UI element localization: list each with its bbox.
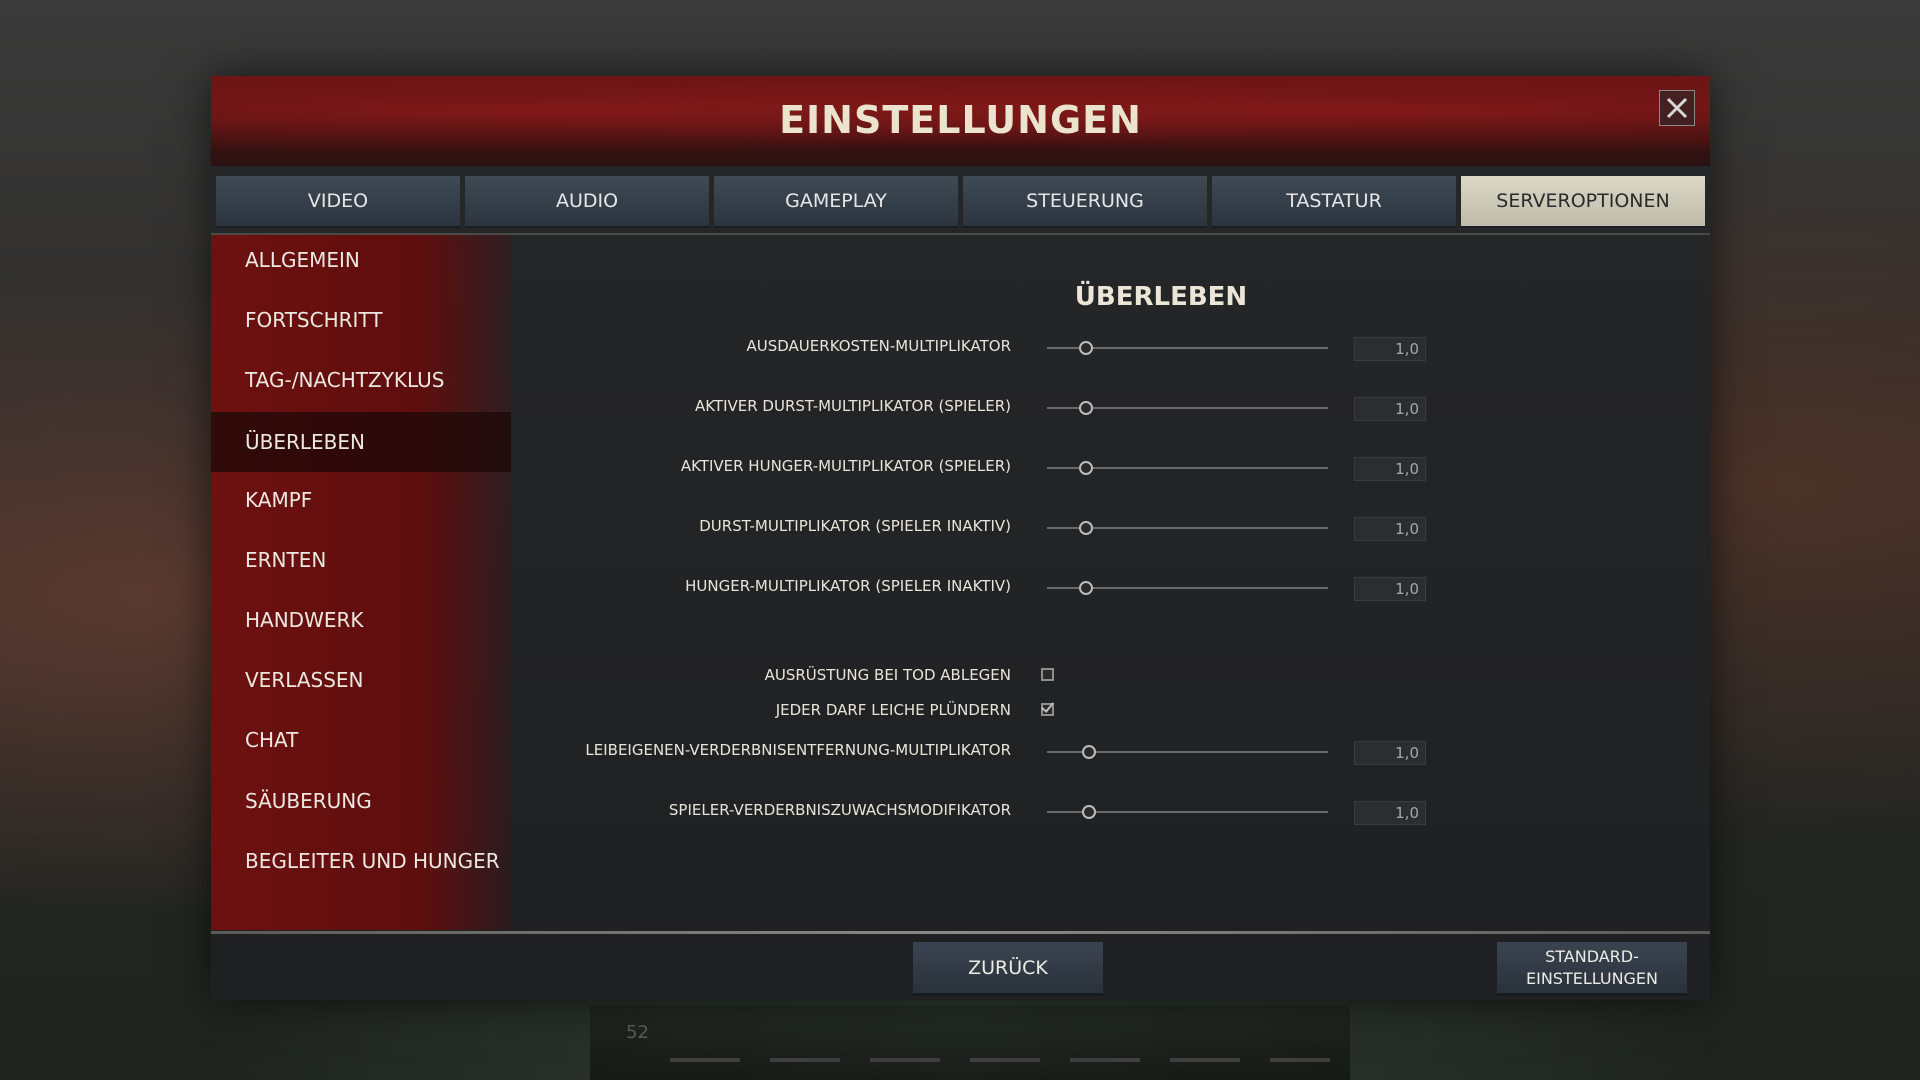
tab-steuerung[interactable]: STEUERUNG (963, 176, 1207, 228)
slider-knob[interactable] (1079, 521, 1094, 535)
checkbox-drop-gear-on-death[interactable] (1041, 668, 1054, 681)
hud-bar-background (590, 1005, 1350, 1080)
tab-gameplay[interactable]: GAMEPLAY (714, 176, 958, 228)
sidebar-item-handwerk[interactable]: HANDWERK (211, 595, 511, 645)
restore-defaults-button[interactable]: STANDARD- EINSTELLUNGEN (1497, 942, 1687, 996)
close-button[interactable] (1659, 90, 1695, 126)
hud-slot (1070, 1058, 1140, 1062)
sidebar-item-begleiter-und-hunger[interactable]: BEGLEITER UND HUNGER (211, 836, 511, 886)
setting-label: SPIELER-VERDERBNISZUWACHSMODIFIKATOR (668, 801, 1011, 819)
slider-knob[interactable] (1079, 341, 1094, 355)
value-field[interactable]: 1,0 (1354, 337, 1426, 361)
hud-slot (770, 1058, 840, 1062)
hud-slot (1270, 1058, 1330, 1062)
slider-knob[interactable] (1082, 745, 1097, 759)
hud-number: 52 (626, 1022, 649, 1043)
tab-tastatur[interactable]: TASTATUR (1212, 176, 1456, 228)
close-icon (1666, 97, 1688, 119)
setting-label: AKTIVER HUNGER-MULTIPLIKATOR (SPIELER) (680, 457, 1011, 475)
restore-defaults-line2: EINSTELLUNGEN (1525, 968, 1659, 988)
slider-knob[interactable] (1079, 401, 1094, 415)
hud-slot (670, 1058, 740, 1062)
tab-bar: VIDEO AUDIO GAMEPLAY STEUERUNG TASTATUR … (216, 176, 1706, 228)
restore-defaults-line1: STANDARD- (1545, 946, 1639, 966)
setting-label: HUNGER-MULTIPLIKATOR (SPIELER INAKTIV) (685, 577, 1011, 595)
value-field[interactable]: 1,0 (1354, 801, 1426, 825)
hud-slot (1170, 1058, 1240, 1062)
hud-slot (870, 1058, 940, 1062)
sidebar-item-allgemein[interactable]: ALLGEMEIN (211, 235, 511, 285)
setting-label: LEIBEIGENEN-VERDERBNISENTFERNUNG-MULTIPL… (585, 741, 1011, 759)
dialog-title: EINSTELLUNGEN (779, 98, 1142, 142)
value-field[interactable]: 1,0 (1354, 741, 1426, 765)
checkbox-anyone-loot-corpse[interactable] (1041, 703, 1054, 716)
slider-knob[interactable] (1079, 581, 1094, 595)
tab-audio[interactable]: AUDIO (465, 176, 709, 228)
checkbox-label: AUSRÜSTUNG BEI TOD ABLEGEN (764, 666, 1011, 684)
checkbox-label: JEDER DARF LEICHE PLÜNDERN (775, 701, 1011, 719)
value-field[interactable]: 1,0 (1354, 517, 1426, 541)
dialog-header: EINSTELLUNGEN (211, 76, 1710, 166)
slider-knob[interactable] (1082, 805, 1097, 819)
setting-label: AUSDAUERKOSTEN-MULTIPLIKATOR (746, 337, 1012, 355)
footer-divider (211, 931, 1710, 934)
value-field[interactable]: 1,0 (1354, 577, 1426, 601)
tab-serveroptionen[interactable]: SERVEROPTIONEN (1461, 176, 1705, 228)
setting-label: AKTIVER DURST-MULTIPLIKATOR (SPIELER) (694, 397, 1011, 415)
hud-slot (970, 1058, 1040, 1062)
back-button[interactable]: ZURÜCK (913, 942, 1103, 996)
settings-dialog: EINSTELLUNGEN VIDEO AUDIO GAMEPLAY STEUE… (211, 76, 1710, 1000)
value-field[interactable]: 1,0 (1354, 397, 1426, 421)
tab-video[interactable]: VIDEO (216, 176, 460, 228)
setting-label: DURST-MULTIPLIKATOR (SPIELER INAKTIV) (699, 517, 1011, 535)
value-field[interactable]: 1,0 (1354, 457, 1426, 481)
slider-knob[interactable] (1079, 461, 1094, 475)
section-title: ÜBERLEBEN (1074, 282, 1248, 312)
